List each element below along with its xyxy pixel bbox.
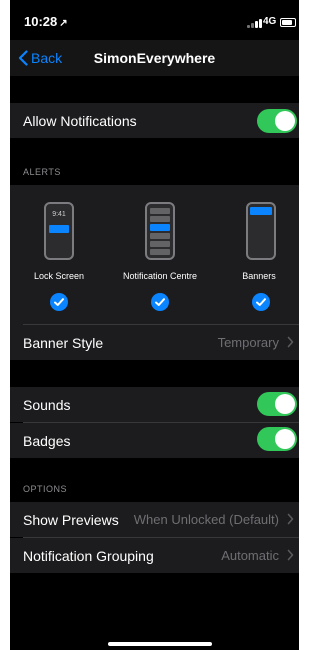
chevron-right-icon	[287, 336, 294, 348]
sounds-toggle[interactable]	[257, 392, 297, 416]
sounds-label: Sounds	[23, 396, 71, 413]
page-title: SimonEverywhere	[93, 50, 216, 66]
alerts-panel: 9:41 Lock Screen Notification Centre Ban…	[10, 185, 299, 325]
lock-screen-label: Lock Screen	[33, 271, 85, 281]
badges-label: Badges	[23, 432, 71, 449]
location-arrow-icon: ↗	[59, 18, 68, 29]
status-bar: 10:28 ↗ 4G	[10, 0, 299, 40]
allow-notifications-toggle[interactable]	[257, 109, 297, 133]
lock-screen-checkmark-icon	[50, 293, 68, 311]
banner-style-row[interactable]: Banner Style Temporary	[10, 325, 299, 360]
notification-grouping-label: Notification Grouping	[23, 547, 154, 564]
status-time: 10:28 ↗	[24, 14, 68, 29]
notification-centre-preview-icon	[145, 202, 175, 260]
allow-notifications-label: Allow Notifications	[23, 112, 137, 129]
notification-centre-label: Notification Centre	[122, 271, 198, 281]
battery-icon	[280, 18, 296, 27]
alerts-section-header: ALERTS	[23, 167, 61, 177]
options-section-header: OPTIONS	[23, 484, 68, 494]
sounds-row: Sounds	[10, 387, 299, 422]
banners-checkmark-icon	[252, 293, 270, 311]
banner-style-value: Temporary	[217, 335, 279, 350]
network-type: 4G	[263, 16, 277, 27]
notification-grouping-value: Automatic	[221, 548, 279, 563]
phone-screen: 10:28 ↗ 4G Back SimonEverywhere Allow Not…	[10, 0, 299, 650]
home-indicator[interactable]	[108, 642, 212, 646]
banners-preview-icon	[246, 202, 276, 260]
notification-centre-checkmark-icon	[151, 293, 169, 311]
show-previews-label: Show Previews	[23, 511, 119, 528]
chevron-right-icon	[287, 513, 294, 525]
show-previews-row[interactable]: Show Previews When Unlocked (Default)	[10, 502, 299, 537]
allow-notifications-row: Allow Notifications	[10, 103, 299, 138]
alert-option-notification-centre[interactable]: Notification Centre	[112, 185, 208, 325]
alert-option-banners[interactable]: Banners	[224, 185, 294, 325]
chevron-right-icon	[287, 549, 294, 561]
banners-label: Banners	[242, 271, 276, 281]
lock-screen-preview-icon: 9:41	[44, 202, 74, 260]
alert-option-lock-screen[interactable]: 9:41 Lock Screen	[24, 185, 94, 325]
badges-row: Badges	[10, 423, 299, 458]
show-previews-value: When Unlocked (Default)	[133, 512, 279, 527]
lock-screen-time: 9:41	[52, 211, 66, 218]
banner-style-label: Banner Style	[23, 334, 104, 351]
badges-toggle[interactable]	[257, 427, 297, 451]
navigation-bar: Back SimonEverywhere	[10, 40, 299, 76]
notification-grouping-row[interactable]: Notification Grouping Automatic	[10, 538, 299, 573]
